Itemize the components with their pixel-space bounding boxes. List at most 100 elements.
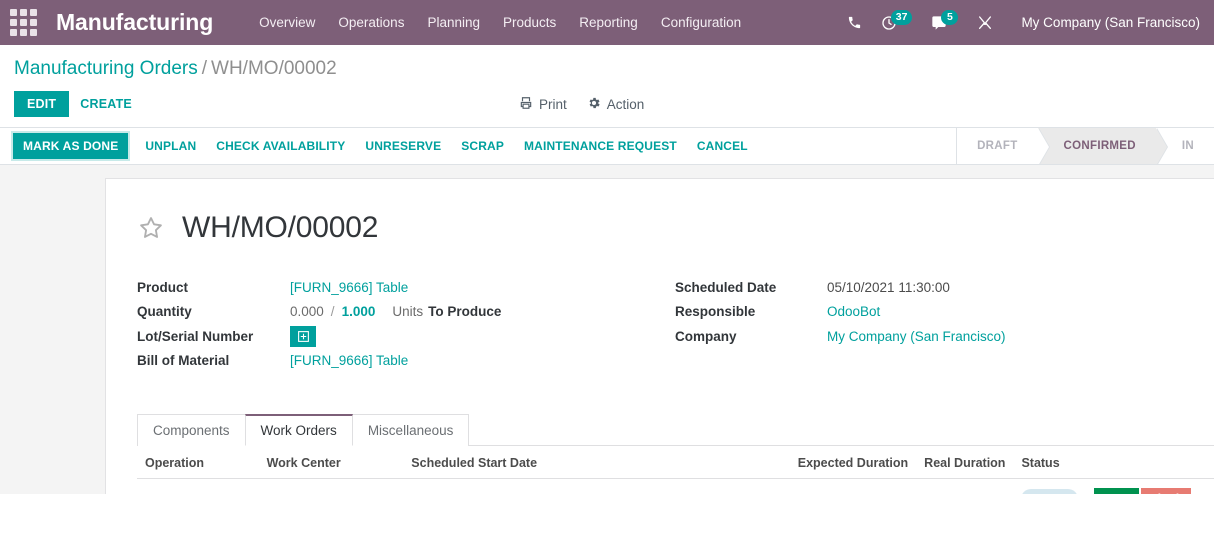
column-expected-duration[interactable]: Expected Duration (662, 446, 917, 479)
menu-item-products[interactable]: Products (503, 15, 556, 30)
scrap-button[interactable]: SCRAP (451, 134, 514, 158)
main-menu: Overview Operations Planning Products Re… (259, 15, 741, 30)
bom-label: Bill of Material (137, 353, 230, 369)
company-value[interactable]: My Company (San Francisco) (827, 329, 1006, 344)
cell-tablet (1206, 478, 1214, 494)
messages-chat-icon[interactable]: 5 (931, 9, 959, 31)
column-operation[interactable]: Operation (137, 446, 259, 479)
tab-components[interactable]: Components (137, 414, 246, 446)
menu-item-overview[interactable]: Overview (259, 15, 315, 30)
field-company: Company My Company (San Francisco) (675, 324, 1006, 349)
tools-icon[interactable] (977, 15, 993, 31)
statusbar-buttons: MARK AS DONE UNPLAN CHECK AVAILABILITY U… (0, 128, 956, 164)
menu-item-operations[interactable]: Operations (338, 15, 404, 30)
table-row[interactable]: Assembly Assembly Line 1 05/10/2021 11:3… (137, 478, 1214, 494)
check-availability-button[interactable]: CHECK AVAILABILITY (206, 134, 355, 158)
control-panel-actions: Print Action (519, 96, 644, 113)
action-menu[interactable]: Action (587, 96, 645, 113)
status-badge: Ready (1021, 489, 1079, 494)
field-quantity: Quantity 0.000 / 1.000 Units To Produce (137, 300, 675, 325)
field-product: Product [FURN_9666] Table (137, 275, 675, 300)
lot-serial-label: Lot/Serial Number (137, 328, 254, 344)
responsible-value[interactable]: OdooBot (827, 304, 880, 319)
maintenance-request-button[interactable]: MAINTENANCE REQUEST (514, 134, 687, 158)
print-menu[interactable]: Print (519, 96, 567, 113)
field-responsible: Responsible OdooBot (675, 300, 1006, 325)
menu-item-planning[interactable]: Planning (427, 15, 480, 30)
table-header: Operation Work Center Scheduled Start Da… (137, 446, 1214, 479)
printer-icon (519, 96, 533, 113)
cell-status: Ready (1013, 478, 1087, 494)
product-value[interactable]: [FURN_9666] Table (290, 280, 408, 295)
activity-clock-icon[interactable]: 37 (881, 9, 913, 31)
column-status[interactable]: Status (1013, 446, 1087, 479)
messages-count-badge: 5 (941, 9, 959, 25)
cell-expected-duration: 60:00 (662, 478, 917, 494)
breadcrumb-root[interactable]: Manufacturing Orders (14, 58, 198, 79)
notebook: Components Work Orders Miscellaneous Ope… (137, 413, 1214, 494)
control-panel-buttons: EDIT CREATE Print Action (14, 91, 1200, 127)
responsible-label: Responsible (675, 304, 756, 320)
quantity-total-value: 1.000 (341, 304, 376, 320)
app-brand-title[interactable]: Manufacturing (56, 9, 213, 36)
product-label: Product (137, 279, 189, 295)
tab-work-orders[interactable]: Work Orders (244, 414, 353, 446)
column-scheduled-start-date[interactable]: Scheduled Start Date (403, 446, 663, 479)
menu-item-configuration[interactable]: Configuration (661, 15, 741, 30)
phone-icon[interactable] (847, 15, 862, 30)
column-actions (1086, 446, 1207, 479)
quantity-done-value: 0.000 (290, 304, 324, 320)
company-switcher[interactable]: My Company (San Francisco) (1021, 15, 1200, 30)
scheduled-date-label: Scheduled Date (675, 279, 777, 295)
column-work-center[interactable]: Work Center (258, 446, 404, 479)
action-label: Action (606, 96, 645, 112)
add-grid-icon-button[interactable] (290, 325, 316, 347)
quantity-state: To Produce (428, 304, 502, 320)
notebook-tabs: Components Work Orders Miscellaneous (137, 413, 1214, 446)
menu-item-reporting[interactable]: Reporting (579, 15, 638, 30)
mark-as-done-button[interactable]: MARK AS DONE (13, 133, 129, 159)
tab-miscellaneous[interactable]: Miscellaneous (351, 414, 470, 446)
breadcrumb-current: WH/MO/00002 (211, 58, 337, 79)
unreserve-button[interactable]: UNRESERVE (355, 134, 451, 158)
edit-button[interactable]: EDIT (14, 91, 70, 117)
field-scheduled-date: Scheduled Date 05/10/2021 11:30:00 (675, 275, 1006, 300)
breadcrumb-separator: / (201, 58, 208, 79)
unplan-button[interactable]: UNPLAN (135, 134, 206, 158)
form-column-right: Scheduled Date 05/10/2021 11:30:00 Respo… (675, 275, 1006, 373)
table-body: Assembly Assembly Line 1 05/10/2021 11:3… (137, 478, 1214, 494)
control-panel: Manufacturing Orders / WH/MO/00002 EDIT CR… (0, 45, 1214, 128)
cell-scheduled-start-date: 05/10/2021 11:30:00 (403, 478, 663, 494)
cell-real-duration: 00:00 (916, 478, 1014, 494)
cell-actions: StartBlock (1086, 478, 1207, 494)
field-lot-serial: Lot/Serial Number (137, 324, 675, 349)
statusbar-row: MARK AS DONE UNPLAN CHECK AVAILABILITY U… (0, 128, 1214, 165)
column-real-duration[interactable]: Real Duration (916, 446, 1014, 479)
scheduled-date-value: 05/10/2021 11:30:00 (827, 279, 950, 295)
status-pipeline: DRAFT CONFIRMED IN (956, 128, 1214, 164)
print-label: Print (539, 96, 567, 112)
breadcrumb: Manufacturing Orders / WH/MO/00002 (14, 45, 1200, 80)
star-outline-icon[interactable] (137, 214, 165, 242)
table-header-row: Operation Work Center Scheduled Start Da… (137, 446, 1214, 479)
start-button[interactable]: Start (1094, 488, 1139, 494)
bom-value[interactable]: [FURN_9666] Table (290, 353, 408, 368)
form-column-left: Product [FURN_9666] Table Quantity 0.000… (137, 275, 675, 373)
create-button[interactable]: CREATE (69, 91, 143, 117)
quantity-label: Quantity (137, 304, 192, 320)
apps-grid-icon[interactable] (6, 6, 40, 40)
stage-draft[interactable]: DRAFT (957, 128, 1051, 164)
stage-confirmed[interactable]: CONFIRMED (1037, 128, 1169, 164)
top-navbar: Manufacturing Overview Operations Planni… (0, 0, 1214, 45)
quantity-separator: / (330, 304, 335, 320)
cancel-button[interactable]: CANCEL (687, 134, 758, 158)
activity-count-badge: 37 (890, 9, 913, 25)
field-bill-of-material: Bill of Material [FURN_9666] Table (137, 349, 675, 374)
page-title: WH/MO/00002 (182, 211, 379, 244)
block-button[interactable]: Block (1140, 488, 1191, 494)
gear-icon (587, 96, 601, 113)
form-sheet: WH/MO/00002 Product [FURN_9666] Table Qu… (105, 178, 1214, 494)
company-label: Company (675, 328, 737, 344)
form-fields: Product [FURN_9666] Table Quantity 0.000… (106, 245, 1214, 373)
page-body: WH/MO/00002 Product [FURN_9666] Table Qu… (0, 165, 1214, 494)
